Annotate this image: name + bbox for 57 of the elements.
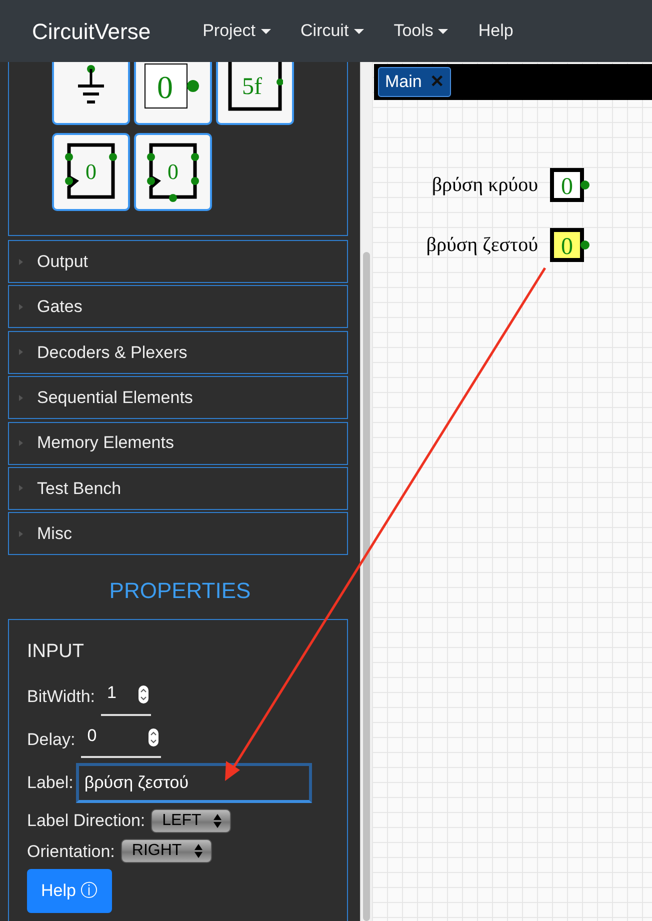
category-item[interactable]: Memory Elements <box>8 422 348 465</box>
category-label: Test Bench <box>37 478 122 500</box>
element-label: βρύση ζεστού <box>426 233 538 258</box>
caret-icon <box>19 349 23 356</box>
number-field[interactable]: 0 <box>81 720 162 758</box>
category-item[interactable]: Output <box>8 240 348 283</box>
menu-link[interactable]: Help <box>478 18 514 44</box>
scrollbar[interactable] <box>360 62 372 921</box>
menu-link[interactable]: Project <box>202 18 271 44</box>
menu-link[interactable]: Circuit <box>300 18 364 44</box>
category-item[interactable]: Decoders & Plexers <box>8 330 348 374</box>
caret-icon <box>438 28 448 34</box>
field-label: Delay: <box>27 728 76 751</box>
caret-icon <box>19 530 23 537</box>
spinner-icon[interactable] <box>138 685 150 704</box>
help-button[interactable]: Help ⓘ <box>27 869 112 913</box>
updown-icon <box>194 843 203 860</box>
caret-icon <box>19 485 23 492</box>
component-tile[interactable]: 0 <box>134 62 212 125</box>
caret-icon <box>260 28 271 34</box>
field-label: Label Direction: <box>27 810 146 832</box>
updown-icon <box>213 812 222 829</box>
dropdown-select[interactable]: RIGHT <box>120 839 212 864</box>
category-label: Memory Elements <box>37 432 174 454</box>
caret-icon <box>19 440 23 446</box>
label-input-field[interactable]: βρύση ζεστού <box>76 763 312 804</box>
spinner-icon[interactable] <box>148 728 160 747</box>
element-label: βρύση κρύου <box>432 173 538 198</box>
component-tile[interactable] <box>52 62 130 125</box>
caret-icon <box>19 258 23 264</box>
component-tile[interactable]: 0 <box>52 133 130 211</box>
field-label: BitWidth: <box>27 686 96 708</box>
category-item[interactable]: Misc <box>8 512 348 556</box>
caret-icon <box>19 304 23 310</box>
category-label: Gates <box>37 296 82 318</box>
category-label: Sequential Elements <box>37 386 193 409</box>
caret-icon <box>354 28 364 34</box>
element-type: INPUT <box>27 640 85 664</box>
field-label: Orientation: <box>27 840 115 863</box>
category-item[interactable]: Sequential Elements <box>8 376 348 420</box>
section-heading: PROPERTIES <box>108 576 252 605</box>
field-label: Label: <box>27 772 74 794</box>
brand-logo[interactable]: CircuitVerse <box>32 14 151 48</box>
category-item[interactable]: Test Bench <box>8 466 348 510</box>
category-label: Decoders & Plexers <box>37 342 188 364</box>
menu-link[interactable]: Tools <box>394 18 448 44</box>
dropdown-select[interactable]: LEFT <box>151 808 232 833</box>
scrollbar-thumb[interactable] <box>363 252 370 921</box>
category-label: Output <box>37 250 88 273</box>
component-tile[interactable]: 5f <box>216 62 294 125</box>
circuit-canvas[interactable]: Main ✕ βρύση κρύου 0 βρύση ζεστού 0 <box>372 62 652 921</box>
category-label: Misc <box>37 523 72 546</box>
caret-icon <box>19 394 23 401</box>
circuit-tab[interactable]: Main ✕ <box>378 67 451 97</box>
component-tile[interactable]: 0 <box>134 133 212 211</box>
category-item[interactable]: Gates <box>8 285 348 328</box>
number-field[interactable]: 1 <box>101 678 152 716</box>
